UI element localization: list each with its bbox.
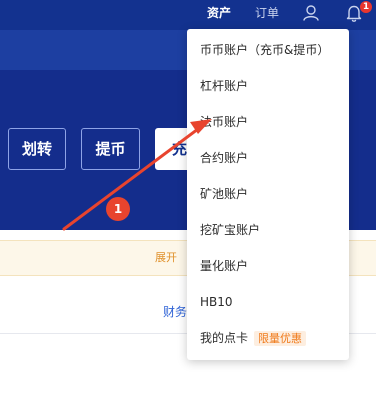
- transfer-button[interactable]: 划转: [8, 128, 66, 170]
- nav-orders[interactable]: 订单: [255, 5, 279, 21]
- nav-assets[interactable]: 资产: [207, 5, 231, 21]
- assets-dropdown-menu: 币币账户（充币&提币） 杠杆账户 法币账户 合约账户 矿池账户 挖矿宝账户 量化…: [187, 29, 349, 360]
- menu-item-contract-account[interactable]: 合约账户: [200, 150, 248, 166]
- menu-item-margin-account[interactable]: 杠杆账户: [200, 78, 248, 94]
- menu-item-otc-account[interactable]: 法币账户: [200, 114, 248, 130]
- menu-item-point-card[interactable]: 我的点卡 限量优惠: [200, 330, 307, 346]
- menu-item-quant-account[interactable]: 量化账户: [200, 258, 248, 274]
- expand-link[interactable]: 展开: [155, 251, 177, 265]
- withdraw-button[interactable]: 提币: [81, 128, 140, 170]
- menu-item-exchange-account[interactable]: 币币账户（充币&提币）: [200, 42, 329, 58]
- user-icon[interactable]: [302, 3, 320, 23]
- menu-item-mining-account[interactable]: 挖矿宝账户: [200, 222, 260, 238]
- notification-badge: 1: [360, 1, 372, 13]
- step-marker: 1: [106, 197, 130, 221]
- point-card-label: 我的点卡: [200, 331, 249, 345]
- menu-item-pool-account[interactable]: 矿池账户: [200, 186, 248, 202]
- limited-offer-tag: 限量优惠: [254, 331, 307, 346]
- finance-link[interactable]: 财务: [163, 304, 187, 320]
- menu-item-hb10[interactable]: HB10: [200, 294, 233, 310]
- top-navigation-bar: 资产 订单 1: [0, 0, 376, 30]
